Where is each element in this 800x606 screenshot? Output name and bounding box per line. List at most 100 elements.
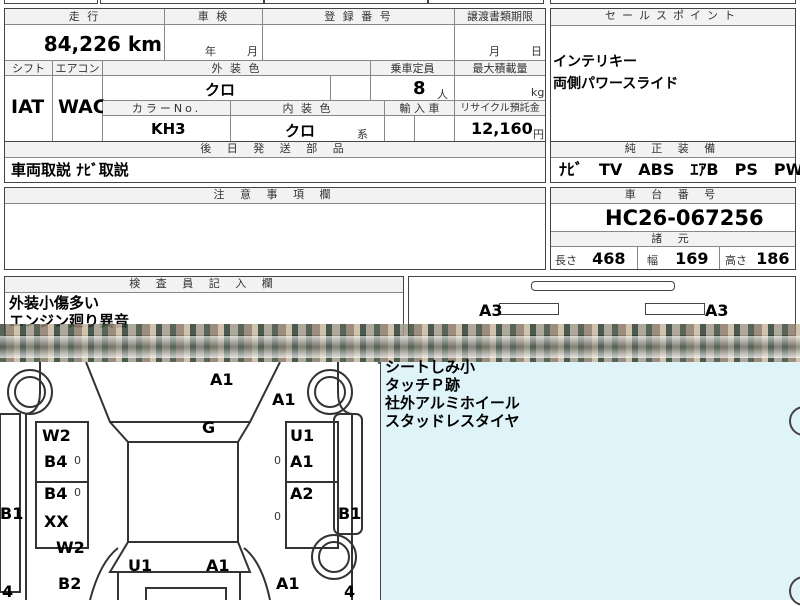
equipment-text: ﾅﾋﾞ TV ABS ｴｱB PS PW [559, 160, 800, 179]
inspector-notes-lower: シートしみ小 タッチＰ跡 社外アルミホイール スタッドレスタイヤ [380, 358, 800, 606]
inspector-line: シートしみ小 [385, 358, 476, 376]
partial-cell [264, 0, 428, 4]
tire-mark: 0 [274, 510, 281, 523]
color-number-value: KH3 [151, 120, 186, 138]
sales-point-item: インテリキー [553, 54, 637, 70]
interior-color-cell: クロ 系 [231, 116, 385, 141]
chassis-section: 車 台 番 号 HC26-067256 諸 元 長さ 468 幅 169 高さ … [550, 187, 796, 270]
right-wheel-edge [789, 406, 800, 436]
tire-mark: 0 [274, 454, 281, 467]
transfer-day-unit: 日 [531, 45, 542, 58]
width-label: 幅 [647, 254, 658, 267]
mark-b4-lower: B4 [44, 484, 68, 503]
equipment-header: 純 正 装 備 [551, 142, 795, 158]
mark-b1-right: B1 [338, 504, 362, 523]
sales-point-item: 両側パワースライド [553, 76, 679, 92]
inspection-cell: 年 月 [165, 25, 263, 61]
exterior-color-value: クロ [205, 81, 236, 99]
capacity-value: 8 [413, 78, 426, 99]
header-aircon: エアコン [53, 61, 103, 76]
import-cell-b [415, 116, 455, 141]
inspector-line: 社外アルミホイール [385, 394, 520, 412]
left-light-outline [499, 303, 559, 315]
scan-glitch-overlay [0, 336, 800, 358]
mark-g: G [202, 418, 216, 437]
sales-points-section: セールスポイント インテリキー 両側パワースライド [550, 8, 796, 142]
shift-cell: IAT [5, 76, 53, 141]
header-exterior-color: 外 装 色 [103, 61, 371, 76]
interior-color-suffix: 系 [357, 128, 368, 141]
chassis-header: 車 台 番 号 [551, 188, 795, 204]
header-recycle: リサイクル預託金 [455, 101, 545, 116]
header-interior-color: 内 装 色 [231, 101, 385, 116]
header-transfer-deadline: 譲渡書類期限 [455, 9, 545, 25]
max-load-cell: kg [455, 76, 545, 101]
mark-b2: B2 [58, 574, 82, 593]
mark-a1-bottom-right: A1 [276, 574, 300, 593]
mileage-cell: 84,226 km [5, 25, 165, 61]
header-mileage: 走 行 [5, 9, 165, 25]
dimension-length: 長さ 468 [555, 249, 626, 268]
mark-a1-right: A1 [290, 452, 314, 471]
mark-xx: XX [44, 512, 69, 531]
mark-b1-left: B1 [0, 504, 24, 523]
aircon-value: WAC [58, 96, 107, 118]
vehicle-outline [0, 362, 363, 600]
mark-edge-left: 4 [2, 582, 14, 601]
exterior-color-extra [331, 76, 371, 101]
inspection-month-unit: 月 [247, 45, 258, 58]
top-partial-strip [0, 0, 800, 6]
partial-cell [100, 0, 264, 4]
mark-a2-right: A2 [290, 484, 314, 503]
transfer-cell: 月 日 [455, 25, 545, 61]
sales-points-header: セールスポイント [551, 9, 795, 26]
height-value: 186 [756, 249, 790, 268]
notes-header: 注 意 事 項 欄 [5, 188, 545, 204]
import-cell-a [385, 116, 415, 141]
inspector-line: タッチＰ跡 [385, 376, 461, 394]
dim-divider [637, 247, 638, 269]
registration-cell [263, 25, 455, 61]
inspector-line: 外装小傷多い [9, 294, 100, 312]
mark-u1-right: U1 [290, 426, 315, 445]
header-capacity: 乗車定員 [371, 61, 455, 76]
dimension-height: 高さ 186 [725, 249, 790, 268]
shipping-parts-header: 後 日 発 送 部 品 [5, 142, 545, 158]
spec-table: 走 行 車 検 登 録 番 号 譲渡書類期限 84,226 km 年 月 月 日… [4, 8, 546, 142]
inspector-header: 検 査 員 記 入 欄 [5, 277, 403, 293]
tire-mark: 0 [74, 454, 81, 467]
mark-top-right: A3 [705, 301, 729, 320]
header-registration: 登 録 番 号 [263, 9, 455, 25]
front-bumper-outline [531, 281, 675, 291]
color-number-cell: KH3 [103, 116, 231, 141]
recycle-unit: 円 [533, 128, 544, 141]
height-label: 高さ [725, 254, 747, 267]
notes-section: 注 意 事 項 欄 [4, 187, 546, 270]
inspection-year-unit: 年 [205, 45, 216, 58]
shipping-parts-text: 車両取説 ﾅﾋﾞ取説 [11, 161, 129, 179]
transfer-month-unit: 月 [489, 45, 500, 58]
partial-cell [4, 0, 98, 4]
partial-cell [428, 0, 544, 4]
header-import: 輸 入 車 [385, 101, 455, 116]
aircon-cell: WAC [53, 76, 107, 141]
mark-w2-upper: W2 [42, 426, 71, 445]
mark-u1-bottom: U1 [128, 556, 153, 575]
equipment-section: 純 正 装 備 ﾅﾋﾞ TV ABS ｴｱB PS PW [550, 141, 800, 183]
header-max-load: 最大積載量 [455, 61, 545, 76]
mark-w2-lower: W2 [56, 538, 85, 557]
recycle-value: 12,160 [471, 119, 533, 138]
partial-cell [550, 0, 796, 4]
header-inspection: 車 検 [165, 9, 263, 25]
right-light-outline [645, 303, 705, 315]
vehicle-diagram: A1 A1 G W2 B4 U1 A1 B4 XX A2 B1 B1 W2 B2… [0, 362, 378, 601]
chassis-number: HC26-067256 [605, 206, 764, 230]
exterior-color-cell: クロ [103, 76, 331, 101]
dimensions-header: 諸 元 [551, 232, 795, 247]
mileage-value: 84,226 km [43, 32, 162, 56]
shift-value: IAT [11, 96, 45, 118]
max-load-unit: kg [531, 86, 545, 99]
dim-divider [719, 247, 720, 269]
dimension-width: 幅 169 [647, 249, 709, 268]
header-shift: シフト [5, 61, 53, 76]
